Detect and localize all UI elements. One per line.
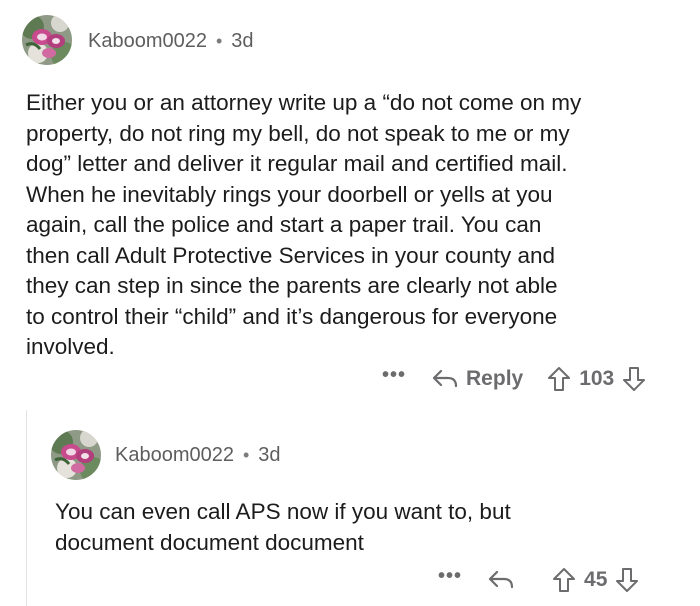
more-dots-icon[interactable]: ••• [382, 364, 406, 387]
timestamp[interactable]: 3d [231, 30, 253, 53]
comment-meta: Kaboom0022 • 3d [115, 444, 281, 467]
reply-arrow-icon [432, 369, 458, 388]
comment-actions: ••• 45 [438, 565, 639, 593]
score: 103 [579, 367, 615, 390]
avatar-flower-icon[interactable] [51, 430, 101, 480]
downvote-arrow-icon[interactable] [615, 567, 639, 593]
thread-line[interactable] [26, 410, 27, 606]
vote-controls: 45 [552, 567, 639, 593]
reply-arrow-icon [488, 570, 514, 589]
upvote-arrow-icon[interactable] [547, 366, 571, 392]
timestamp[interactable]: 3d [258, 444, 280, 467]
comment-meta: Kaboom0022 • 3d [88, 30, 254, 53]
reply-button[interactable] [488, 569, 522, 591]
meta-separator: • [215, 31, 223, 51]
username[interactable]: Kaboom0022 [115, 444, 234, 467]
upvote-arrow-icon[interactable] [552, 567, 576, 593]
comment-actions: ••• Reply 103 [382, 364, 646, 392]
comment-body: You can even call APS now if you want to… [55, 499, 511, 555]
username[interactable]: Kaboom0022 [88, 30, 207, 53]
avatar-flower-icon[interactable] [22, 15, 72, 65]
reply-label: Reply [466, 367, 524, 390]
score: 45 [584, 568, 608, 591]
comment-body: Either you or an attorney write up a “do… [26, 90, 582, 359]
meta-separator: • [242, 445, 250, 465]
reply-button[interactable]: Reply [432, 367, 523, 391]
vote-controls: 103 [547, 366, 646, 392]
more-dots-icon[interactable]: ••• [438, 565, 462, 588]
downvote-arrow-icon[interactable] [622, 366, 646, 392]
